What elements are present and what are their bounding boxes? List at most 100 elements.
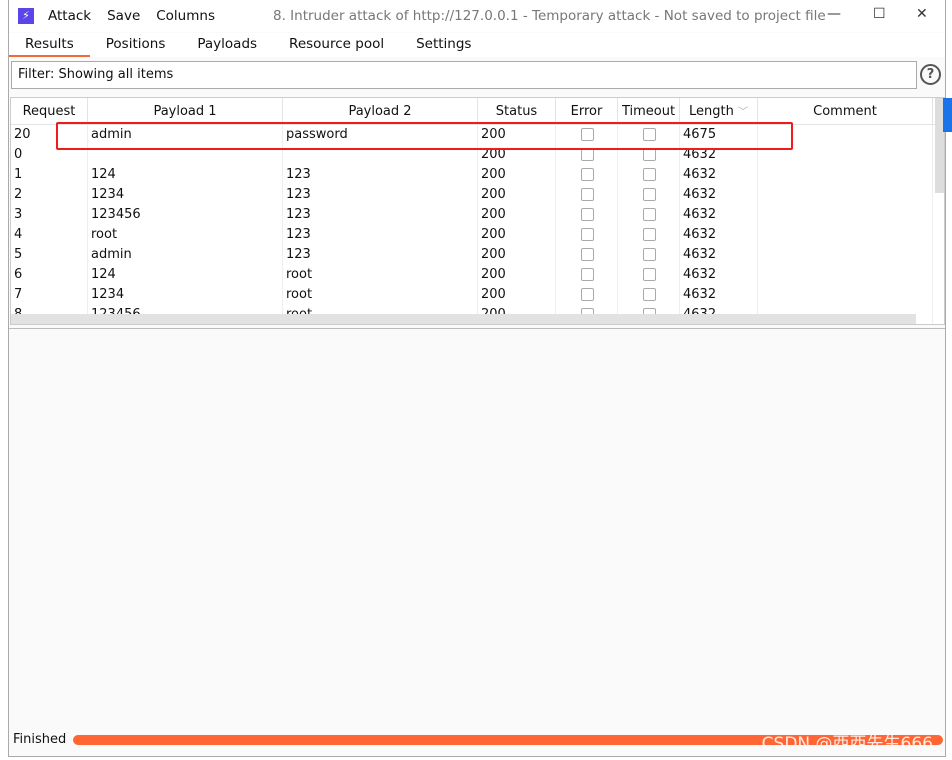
checkbox: [581, 148, 594, 161]
title-bar: ⚡ Attack Save Columns 8. Intruder attack…: [9, 0, 945, 32]
checkbox: [581, 188, 594, 201]
cell-length: 4632: [680, 265, 758, 285]
cell-payload-1: 1234: [88, 285, 283, 305]
checkbox: [643, 268, 656, 281]
results-table: Request Payload 1 Payload 2 Status Error…: [10, 97, 945, 325]
checkbox: [581, 128, 594, 141]
cell-length: 4632: [680, 205, 758, 225]
cell-payload-2: 123: [283, 185, 478, 205]
tab-resource-pool[interactable]: Resource pool: [273, 33, 400, 57]
horizontal-scrollbar[interactable]: [11, 314, 916, 324]
cell-payload-2: root: [283, 265, 478, 285]
table-row[interactable]: 5 admin 123 200 4632: [11, 245, 944, 265]
cell-length: 4632: [680, 185, 758, 205]
cell-timeout: [618, 285, 680, 305]
cell-timeout: [618, 265, 680, 285]
table-header: Request Payload 1 Payload 2 Status Error…: [11, 98, 944, 125]
cell-timeout: [618, 185, 680, 205]
cell-payload-2: 123: [283, 165, 478, 185]
tab-results[interactable]: Results: [9, 33, 90, 57]
cell-status: 200: [478, 285, 556, 305]
table-row[interactable]: 2 1234 123 200 4632: [11, 185, 944, 205]
cell-error: [556, 205, 618, 225]
menu-columns[interactable]: Columns: [156, 8, 215, 24]
cell-request: 3: [11, 205, 88, 225]
filter-bar[interactable]: Filter: Showing all items: [11, 61, 917, 89]
close-icon[interactable]: ✕: [916, 6, 928, 22]
checkbox: [581, 268, 594, 281]
cell-request: 5: [11, 245, 88, 265]
cell-payload-2: root: [283, 285, 478, 305]
cell-length: 4632: [680, 225, 758, 245]
cell-status: 200: [478, 145, 556, 165]
cell-comment: [758, 145, 933, 165]
cell-comment: [758, 285, 933, 305]
tab-positions[interactable]: Positions: [90, 33, 182, 57]
col-payload-1[interactable]: Payload 1: [88, 98, 283, 124]
intruder-attack-window: ⚡ Attack Save Columns 8. Intruder attack…: [8, 0, 946, 757]
menu-attack[interactable]: Attack: [48, 8, 91, 24]
col-error[interactable]: Error: [556, 98, 618, 124]
checkbox: [643, 248, 656, 261]
checkbox: [643, 128, 656, 141]
cell-error: [556, 165, 618, 185]
cell-error: [556, 285, 618, 305]
cell-length: 4632: [680, 245, 758, 265]
cell-payload-1: admin: [88, 245, 283, 265]
tab-bar: Results Positions Payloads Resource pool…: [9, 33, 945, 57]
cell-payload-1: [88, 145, 283, 165]
cell-payload-2: 123: [283, 245, 478, 265]
checkbox: [643, 188, 656, 201]
cell-payload-1: 124: [88, 165, 283, 185]
col-status[interactable]: Status: [478, 98, 556, 124]
request-response-pane: [9, 328, 945, 728]
table-row[interactable]: 1 124 123 200 4632: [11, 165, 944, 185]
cell-timeout: [618, 165, 680, 185]
checkbox: [581, 168, 594, 181]
cell-length: 4632: [680, 165, 758, 185]
col-comment[interactable]: Comment: [758, 98, 933, 124]
col-payload-2[interactable]: Payload 2: [283, 98, 478, 124]
cell-length: 4632: [680, 285, 758, 305]
col-length[interactable]: Length ﹀: [680, 98, 758, 124]
cell-request: 4: [11, 225, 88, 245]
table-row[interactable]: 7 1234 root 200 4632: [11, 285, 944, 305]
watermark: CSDN @西西先生666: [761, 734, 933, 754]
cell-comment: [758, 265, 933, 285]
cell-error: [556, 185, 618, 205]
checkbox: [643, 228, 656, 241]
table-row[interactable]: 6 124 root 200 4632: [11, 265, 944, 285]
col-timeout[interactable]: Timeout: [618, 98, 680, 124]
help-icon[interactable]: ?: [920, 64, 941, 85]
tab-payloads[interactable]: Payloads: [181, 33, 273, 57]
table-row[interactable]: 3 123456 123 200 4632: [11, 205, 944, 225]
menu-save[interactable]: Save: [107, 8, 140, 24]
burp-logo-icon: ⚡: [18, 8, 34, 24]
cell-comment: [758, 185, 933, 205]
cell-status: 200: [478, 245, 556, 265]
cell-payload-1: 1234: [88, 185, 283, 205]
cell-length: 4675: [680, 125, 758, 145]
cell-timeout: [618, 225, 680, 245]
table-row[interactable]: 0 200 4632: [11, 145, 944, 165]
cell-status: 200: [478, 265, 556, 285]
col-request[interactable]: Request: [11, 98, 88, 124]
cell-error: [556, 145, 618, 165]
tab-settings[interactable]: Settings: [400, 33, 487, 57]
background-window-edge: [943, 98, 952, 132]
cell-payload-2: [283, 145, 478, 165]
minimize-icon[interactable]: —: [827, 6, 841, 22]
sort-chevron-down-icon: ﹀: [737, 107, 748, 118]
cell-comment: [758, 225, 933, 245]
maximize-icon[interactable]: ☐: [873, 6, 886, 22]
cell-timeout: [618, 205, 680, 225]
checkbox: [643, 148, 656, 161]
cell-comment: [758, 165, 933, 185]
status-text: Finished: [13, 732, 67, 747]
cell-request: 20: [11, 125, 88, 145]
cell-comment: [758, 125, 933, 145]
cell-status: 200: [478, 165, 556, 185]
table-row[interactable]: 20 admin password 200 4675: [11, 125, 944, 145]
table-row[interactable]: 4 root 123 200 4632: [11, 225, 944, 245]
cell-payload-2: 123: [283, 205, 478, 225]
